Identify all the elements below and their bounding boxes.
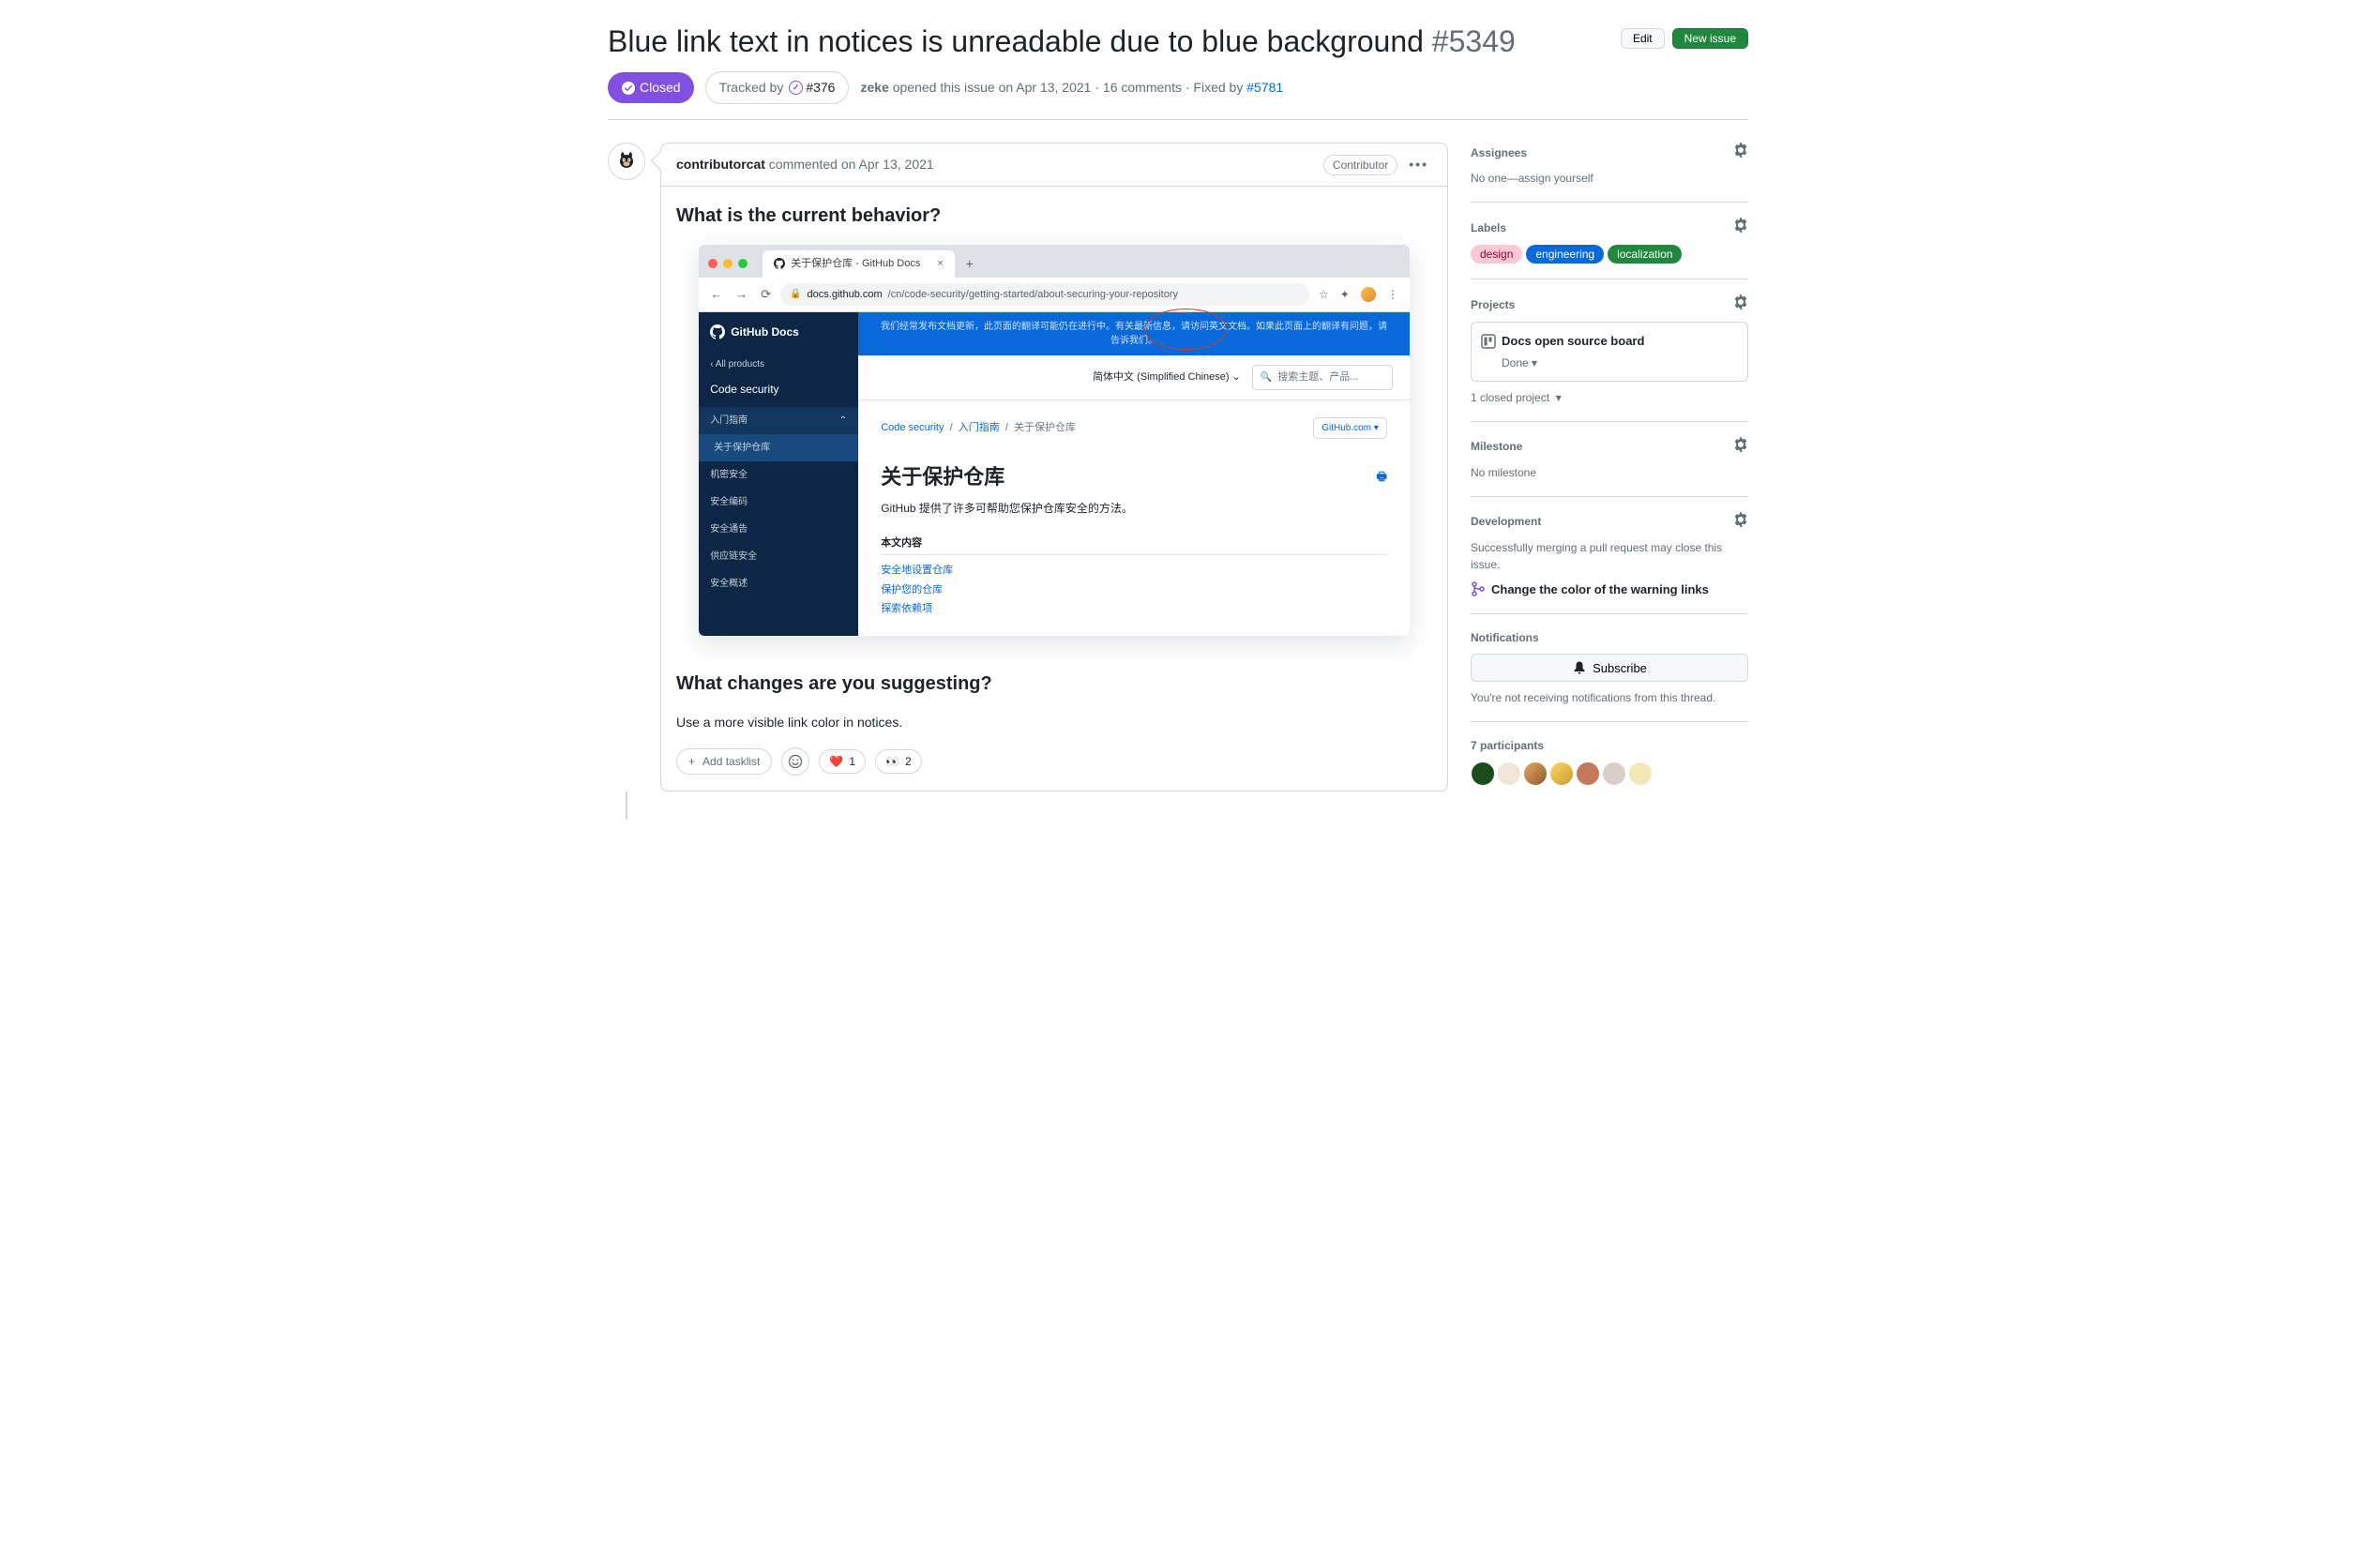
issue-title: Blue link text in notices is unreadable … (608, 23, 1613, 60)
star-icon: ☆ (1319, 286, 1329, 303)
address-bar: 🔒 docs.github.com/cn/code-security/getti… (780, 283, 1309, 307)
docs-nav-item: 入门指南⌃ (699, 407, 858, 434)
notifications-title: Notifications (1471, 629, 1539, 646)
fixed-by-link[interactable]: #5781 (1246, 80, 1283, 95)
browser-tab: 关于保护仓库 - GitHub Docs × (763, 250, 955, 278)
development-title: Development (1471, 513, 1541, 530)
smiley-icon (788, 754, 803, 769)
comment-menu-button[interactable]: ••• (1405, 151, 1432, 178)
author-avatar[interactable] (608, 143, 645, 180)
docs-nav-item: 机密安全 (699, 461, 858, 489)
docs-search-input: 搜索主题、产品... (1252, 365, 1393, 390)
participant-avatar[interactable] (1471, 761, 1495, 786)
docs-page-title: 关于保护仓库 (881, 461, 1004, 492)
add-tasklist-button[interactable]: Add tasklist (676, 748, 772, 775)
docs-back-link: All products (699, 352, 858, 377)
section-heading: What is the current behavior? (676, 202, 1432, 230)
issue-state-badge: Closed (608, 72, 694, 103)
participant-avatar[interactable] (1628, 761, 1653, 786)
notifications-text: You're not receiving notifications from … (1471, 689, 1748, 706)
extension-icon: ✦ (1340, 286, 1350, 303)
docs-nav-item: 供应链安全 (699, 543, 858, 570)
docs-nav-item: 安全概述 (699, 570, 858, 597)
bell-icon (1572, 660, 1587, 675)
version-dropdown: GitHub.com ▾ (1313, 417, 1387, 439)
subscribe-button[interactable]: Subscribe (1471, 654, 1748, 682)
milestone-content: No milestone (1471, 464, 1748, 481)
label-chip[interactable]: design (1471, 245, 1522, 264)
lock-icon: 🔒 (790, 287, 801, 301)
github-mark-icon (774, 258, 785, 269)
development-content: Successfully merging a pull request may … (1471, 539, 1748, 573)
reaction-heart[interactable]: ❤️1 (819, 749, 866, 774)
comment-author[interactable]: contributorcat (676, 157, 765, 172)
project-card[interactable]: Docs open source board Done ▾ (1471, 322, 1748, 382)
issue-number: #5349 (1432, 24, 1516, 58)
tracked-closed-icon (789, 81, 803, 95)
language-selector: 简体中文 (Simplified Chinese) ⌄ (1093, 369, 1241, 385)
author-link[interactable]: zeke (860, 80, 888, 95)
reaction-eyes[interactable]: 👀2 (875, 749, 922, 774)
translation-notice-banner: 我们经常发布文档更新，此页面的翻译可能仍在进行中。有关最新信息，请访问英文文档。… (858, 312, 1410, 355)
participant-avatar[interactable] (1602, 761, 1626, 786)
participant-avatar[interactable] (1523, 761, 1548, 786)
assignees-title: Assignees (1471, 144, 1527, 161)
linked-pr[interactable]: Change the color of the warning links (1471, 580, 1748, 599)
comment-text: Use a more visible link color in notices… (676, 713, 1432, 732)
project-icon (1481, 334, 1496, 349)
label-chip[interactable]: engineering (1526, 245, 1604, 264)
new-tab-icon: + (966, 254, 974, 274)
print-icon: 🖶 (1376, 468, 1386, 485)
tracked-by-badge[interactable]: Tracked by #376 (705, 71, 850, 104)
closed-icon (621, 81, 636, 96)
docs-nav-item: 安全通告 (699, 516, 858, 543)
profile-avatar-icon (1361, 287, 1376, 302)
gear-icon[interactable] (1733, 294, 1748, 314)
comment-date[interactable]: on Apr 13, 2021 (841, 157, 934, 172)
gear-icon[interactable] (1733, 143, 1748, 162)
assignees-content: No one—assign yourself (1471, 170, 1748, 187)
gear-icon[interactable] (1733, 512, 1748, 532)
divider (608, 119, 1748, 120)
reload-icon: ⟳ (761, 285, 771, 304)
participants-title: 7 participants (1471, 737, 1544, 754)
timeline-connector (626, 792, 1448, 820)
back-icon: ← (710, 285, 722, 304)
chevron-down-icon: ⌄ (1232, 371, 1241, 383)
label-chip[interactable]: localization (1608, 245, 1682, 264)
docs-nav-item: 安全编码 (699, 489, 858, 516)
gear-icon[interactable] (1733, 437, 1748, 457)
issue-meta: zeke opened this issue on Apr 13, 2021 ·… (860, 78, 1283, 98)
attached-screenshot[interactable]: 关于保护仓库 - GitHub Docs × + ← → ⟳ (699, 245, 1410, 636)
contributor-badge: Contributor (1323, 155, 1397, 175)
window-controls (708, 259, 748, 268)
participant-avatar[interactable] (1576, 761, 1600, 786)
issue-comment: contributorcat commented on Apr 13, 2021… (660, 143, 1448, 792)
closed-projects-toggle[interactable]: 1 closed project ▾ (1471, 389, 1748, 406)
docs-nav-item: 关于保护仓库 (699, 434, 858, 461)
git-merge-icon (1471, 581, 1486, 596)
github-mark-icon (710, 324, 725, 339)
new-issue-button[interactable]: New issue (1672, 28, 1748, 49)
assign-yourself-link[interactable]: assign yourself (1518, 172, 1593, 185)
participant-avatar[interactable] (1549, 761, 1574, 786)
edit-button[interactable]: Edit (1621, 28, 1665, 49)
projects-title: Projects (1471, 296, 1515, 313)
labels-title: Labels (1471, 219, 1506, 236)
menu-icon: ⋮ (1387, 286, 1398, 303)
section-heading: What changes are you suggesting? (676, 670, 1432, 698)
add-reaction-button[interactable] (781, 747, 809, 776)
milestone-title: Milestone (1471, 438, 1522, 455)
gear-icon[interactable] (1733, 218, 1748, 237)
dropdown-icon[interactable]: ▾ (1532, 356, 1537, 369)
forward-icon: → (735, 285, 748, 304)
participant-avatar[interactable] (1497, 761, 1521, 786)
octocat-icon (613, 148, 640, 174)
